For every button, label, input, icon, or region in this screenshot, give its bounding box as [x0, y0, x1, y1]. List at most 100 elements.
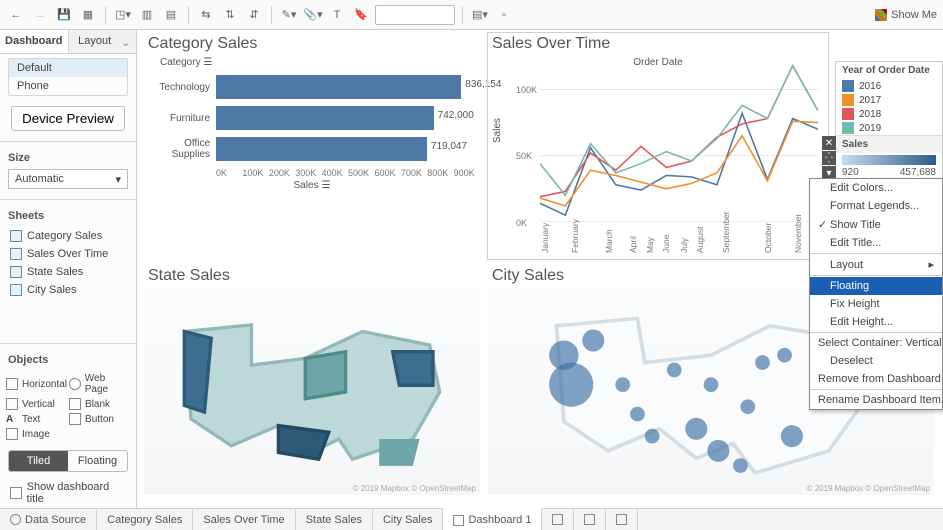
device-preview-button[interactable]: Device Preview	[11, 106, 125, 131]
menu-select-container[interactable]: Select Container: Vertical	[810, 334, 942, 352]
save-icon[interactable]: 💾	[54, 5, 74, 25]
swap-icon[interactable]: ⇆	[196, 5, 216, 25]
panel-sales-over-time[interactable]: Sales Over Time Order Date Sales January…	[487, 32, 829, 260]
line-series	[540, 66, 818, 197]
menu-edit-title[interactable]: Edit Title...	[810, 234, 942, 252]
sheets-header: Sheets	[0, 204, 136, 225]
duplicate-icon[interactable]: ▥	[137, 5, 157, 25]
map-credit: © 2019 Mapbox © OpenStreetMap	[807, 484, 930, 493]
object-vertical[interactable]: Vertical	[6, 398, 67, 410]
menu-edit-height[interactable]: Edit Height...	[810, 313, 942, 331]
bar-label: Technology	[144, 82, 216, 93]
dashboard-icon	[453, 515, 464, 526]
dashboard-canvas: Category Sales Category ☰ Technology836,…	[137, 30, 943, 508]
menu-rename[interactable]: Rename Dashboard Item...	[810, 391, 942, 409]
attach-icon[interactable]: 📎▾	[303, 5, 323, 25]
sheet-tab[interactable]: City Sales	[373, 509, 444, 530]
menu-show-title[interactable]: ✓Show Title	[810, 215, 942, 234]
map-credit: © 2019 Mapbox © OpenStreetMap	[353, 484, 476, 493]
legend-panel[interactable]: Year of Order Date 2016201720182019 Sale…	[835, 61, 943, 182]
new-story-icon	[616, 514, 627, 525]
sheet-item[interactable]: City Sales	[0, 281, 136, 299]
dashboard-tab-bottom[interactable]: Dashboard 1	[443, 508, 542, 530]
new-dashboard-tab[interactable]	[574, 509, 606, 530]
legend-label: 2019	[859, 123, 881, 134]
fix-axes-icon[interactable]: 🔖	[351, 5, 371, 25]
legend-swatch	[842, 122, 854, 134]
device-phone[interactable]: Phone	[9, 77, 127, 95]
y-tick: 0K	[516, 218, 527, 228]
color-gradient	[842, 155, 936, 165]
sheet-icon	[10, 230, 22, 242]
object-horizontal[interactable]: Horizontal	[6, 373, 67, 395]
new-dashboard-icon	[584, 514, 595, 525]
highlight-icon[interactable]: ✎▾	[279, 5, 299, 25]
menu-deselect[interactable]: Deselect	[810, 352, 942, 370]
new-worksheet-tab[interactable]	[542, 509, 574, 530]
object-text[interactable]: AText	[6, 413, 67, 425]
legend-item[interactable]: 2018	[836, 107, 942, 121]
cards-icon[interactable]: ▤▾	[470, 5, 490, 25]
label-icon[interactable]: T	[327, 5, 347, 25]
menu-fix-height[interactable]: Fix Height	[810, 295, 942, 313]
sheet-tab[interactable]: State Sales	[296, 509, 373, 530]
show-me-button[interactable]: Show Me	[875, 9, 937, 21]
clear-icon[interactable]: ▤	[161, 5, 181, 25]
top-toolbar: ← → 💾 ▦ ◳▾ ▥ ▤ ⇆ ⇅ ⇵ ✎▾ 📎▾ T 🔖 ▤▾ ▫ Show…	[0, 0, 943, 30]
menu-format-legends[interactable]: Format Legends...	[810, 197, 942, 215]
show-title-checkbox[interactable]: Show dashboard title	[0, 478, 136, 508]
sheet-tab[interactable]: Category Sales	[97, 509, 193, 530]
back-icon[interactable]: ←	[6, 5, 26, 25]
tiled-option[interactable]: Tiled	[9, 451, 68, 471]
remove-handle-icon[interactable]: ✕	[822, 136, 836, 150]
legend-item[interactable]: 2017	[836, 93, 942, 107]
fit-dropdown[interactable]	[375, 5, 455, 25]
data-source-icon	[10, 514, 21, 525]
panel-category-sales[interactable]: Category Sales Category ☰ Technology836,…	[143, 32, 481, 260]
bar-fill	[216, 75, 461, 99]
object-webpage[interactable]: Web Page	[69, 373, 130, 395]
checkbox-icon	[10, 487, 22, 499]
sort-desc-icon[interactable]: ⇵	[244, 5, 264, 25]
floating-option[interactable]: Floating	[68, 451, 127, 471]
menu-remove[interactable]: Remove from Dashboard	[810, 370, 942, 388]
legend-year-title: Year of Order Date	[836, 62, 942, 79]
size-dropdown[interactable]: Automatic▾	[8, 169, 128, 189]
sheet-tab[interactable]: Sales Over Time	[193, 509, 295, 530]
text-icon: A	[6, 414, 18, 425]
menu-floating[interactable]: Floating	[810, 277, 942, 295]
new-story-tab[interactable]	[606, 509, 638, 530]
menu-edit-colors[interactable]: Edit Colors...	[810, 179, 942, 197]
sort-icon: ☰	[203, 57, 212, 68]
object-button[interactable]: Button	[69, 413, 130, 425]
object-blank[interactable]: Blank	[69, 398, 130, 410]
gradient-max: 457,688	[900, 167, 936, 178]
device-list[interactable]: Default Phone	[8, 58, 128, 96]
state-map[interactable]: © 2019 Mapbox © OpenStreetMap	[144, 289, 480, 495]
sheets-list: Category Sales Sales Over Time State Sal…	[0, 225, 136, 305]
sheet-item[interactable]: State Sales	[0, 263, 136, 281]
data-source-tab[interactable]: Data Source	[0, 509, 97, 530]
new-data-icon[interactable]: ▦	[78, 5, 98, 25]
move-handle-icon[interactable]: ⁛	[822, 151, 836, 165]
dashboard-tab[interactable]: Dashboard	[0, 30, 69, 53]
sheet-item[interactable]: Sales Over Time	[0, 245, 136, 263]
blank-icon	[69, 398, 81, 410]
new-worksheet-icon[interactable]: ◳▾	[113, 5, 133, 25]
presentation-icon[interactable]: ▫	[494, 5, 514, 25]
sheet-icon	[10, 284, 22, 296]
menu-layout[interactable]: Layout▸	[810, 255, 942, 274]
forward-icon[interactable]: →	[30, 5, 50, 25]
sort-asc-icon[interactable]: ⇅	[220, 5, 240, 25]
legend-item[interactable]: 2019	[836, 121, 942, 135]
tiled-floating-toggle[interactable]: Tiled Floating	[8, 450, 128, 472]
layout-tab[interactable]: Layout⌃	[69, 30, 137, 53]
panel-state-sales[interactable]: State Sales © 2019 Mapbox © OpenStreetMa…	[143, 264, 481, 496]
sheet-item[interactable]: Category Sales	[0, 227, 136, 245]
bar-value: 719,047	[431, 141, 467, 152]
caret-icon: ⌃	[121, 35, 130, 48]
x-ticks: JanuaryFebruaryMarchAprilMayJuneJulyAugu…	[540, 223, 818, 259]
legend-item[interactable]: 2016	[836, 79, 942, 93]
object-image[interactable]: Image	[6, 428, 67, 440]
device-default[interactable]: Default	[9, 59, 127, 77]
